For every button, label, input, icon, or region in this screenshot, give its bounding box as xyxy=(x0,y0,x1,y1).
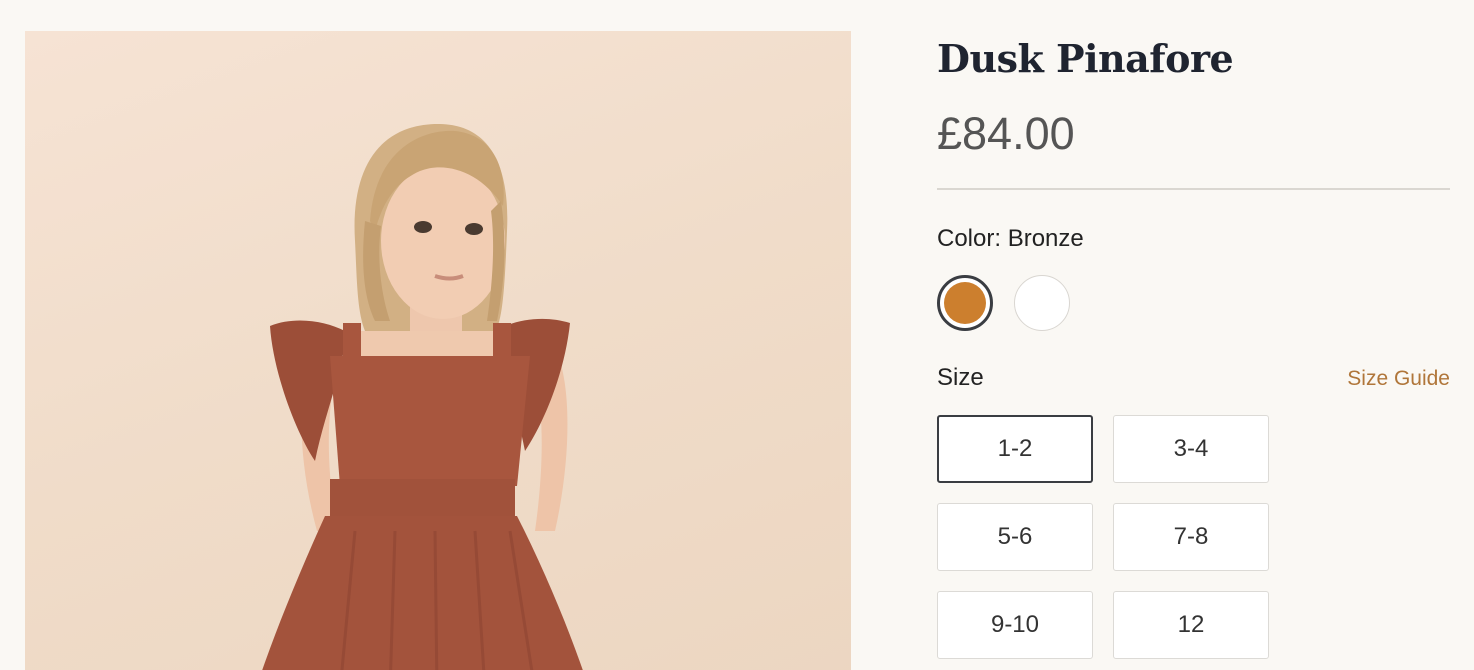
product-title: Dusk Pinafore xyxy=(937,36,1234,81)
color-swatch-bronze[interactable] xyxy=(937,275,993,331)
size-option-1-2[interactable]: 1-2 xyxy=(937,415,1093,483)
size-option-5-6[interactable]: 5-6 xyxy=(937,503,1093,571)
color-swatch-white[interactable] xyxy=(1014,275,1070,331)
size-option-7-8[interactable]: 7-8 xyxy=(1113,503,1269,571)
product-page: Dusk Pinafore £84.00 Color: Bronze Size … xyxy=(0,0,1474,670)
swatch-fill xyxy=(944,282,986,324)
divider xyxy=(937,188,1450,190)
product-image[interactable] xyxy=(25,31,851,670)
child-in-pinafore-illustration xyxy=(262,123,583,670)
product-price: £84.00 xyxy=(937,108,1075,159)
size-option-12[interactable]: 12 xyxy=(1113,591,1269,659)
size-option-9-10[interactable]: 9-10 xyxy=(937,591,1093,659)
size-option-3-4[interactable]: 3-4 xyxy=(1113,415,1269,483)
color-label: Color: Bronze xyxy=(937,225,1084,252)
size-label: Size xyxy=(937,364,984,391)
size-guide-link[interactable]: Size Guide xyxy=(1347,367,1450,391)
